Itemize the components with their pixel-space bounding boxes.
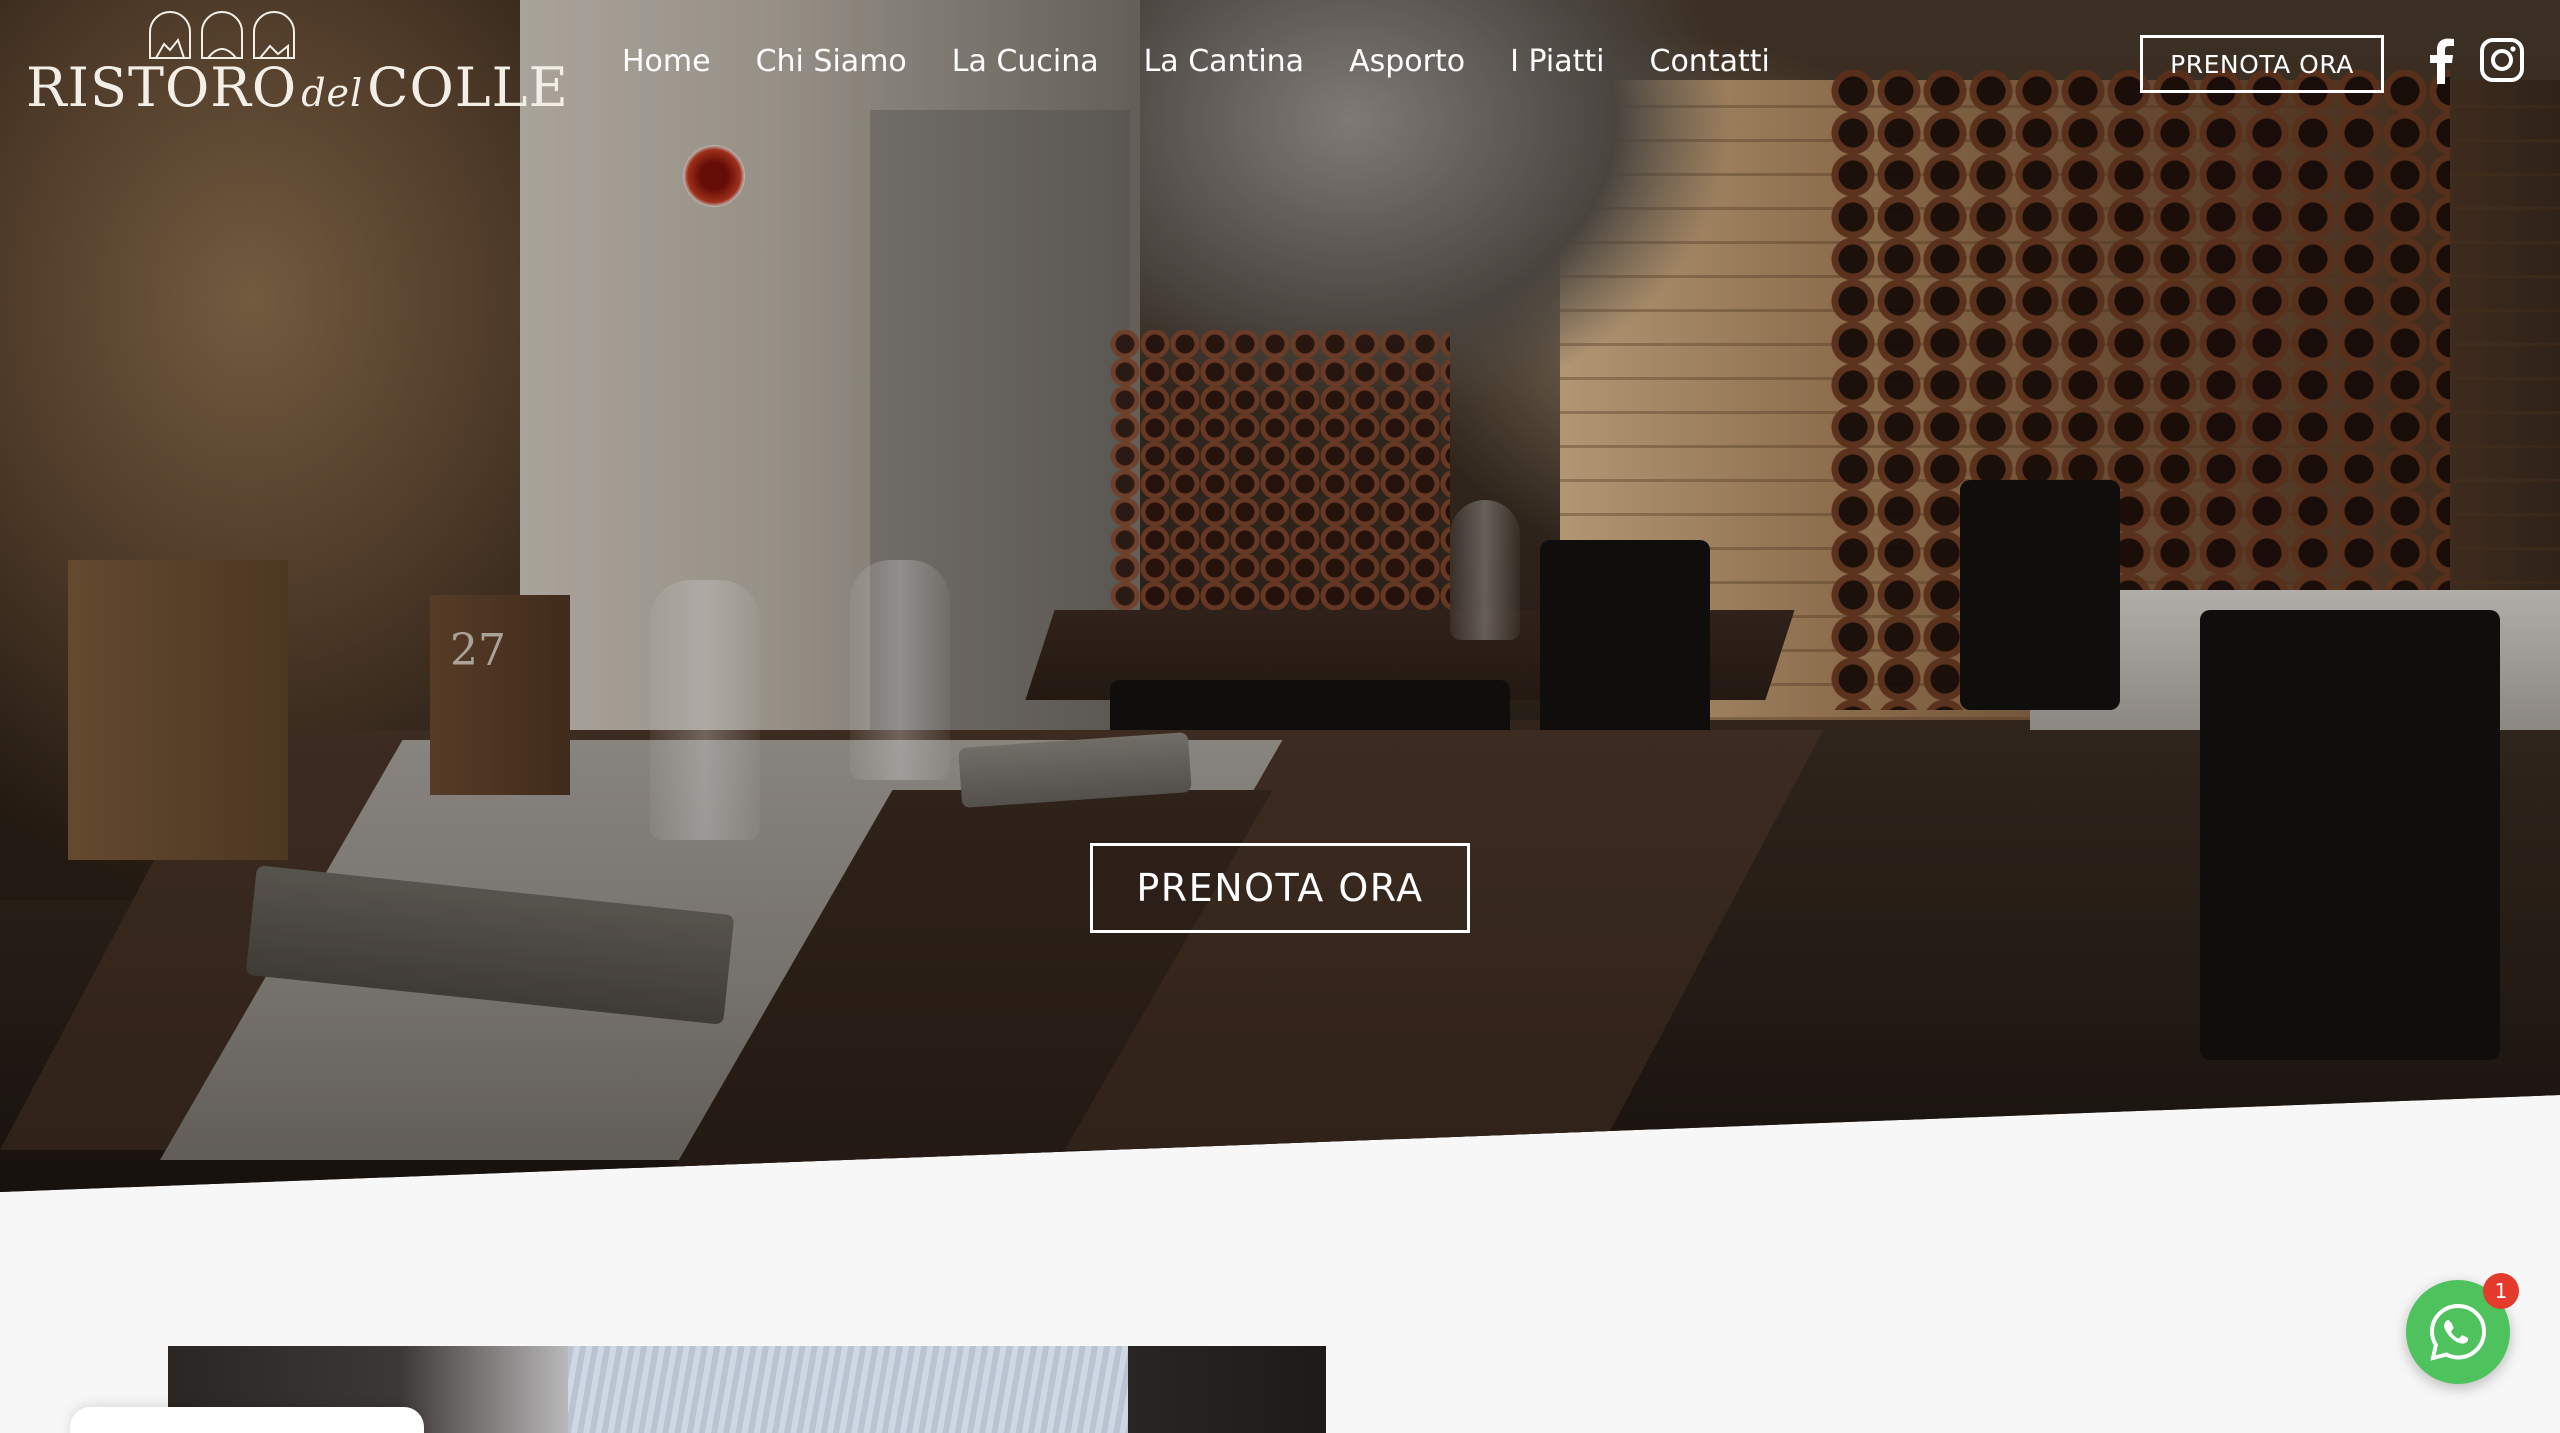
hero-background-image: 27 xyxy=(0,0,2560,1192)
nav-item-home[interactable]: Home xyxy=(622,44,711,79)
brand-name-part2: del xyxy=(301,71,364,115)
nav-item-contatti[interactable]: Contatti xyxy=(1650,44,1770,79)
nav-item-i-piatti[interactable]: I Piatti xyxy=(1510,44,1604,79)
brand-name-part1: RISTORO xyxy=(26,56,298,119)
whatsapp-notification-badge: 1 xyxy=(2483,1273,2519,1309)
hero-book-button[interactable]: PRENOTA ORA xyxy=(1090,843,1470,933)
brand-name-part3: COLLE xyxy=(367,56,569,119)
main-nav: Home Chi Siamo La Cucina La Cantina Aspo… xyxy=(622,44,1770,79)
hero-overlay xyxy=(0,0,2560,1192)
nav-item-asporto[interactable]: Asporto xyxy=(1349,44,1465,79)
brand-name: RISTORO delCOLLE xyxy=(26,56,569,119)
instagram-icon[interactable] xyxy=(2480,38,2524,82)
whatsapp-icon xyxy=(2429,1303,2487,1361)
cookie-consent-tab[interactable] xyxy=(70,1407,424,1433)
logo-arches-icon xyxy=(149,11,295,59)
header-book-button[interactable]: PRENOTA ORA xyxy=(2140,35,2384,93)
nav-item-la-cantina[interactable]: La Cantina xyxy=(1144,44,1304,79)
chef-shirt xyxy=(568,1346,1128,1433)
facebook-icon[interactable] xyxy=(2425,38,2455,84)
nav-item-chi-siamo[interactable]: Chi Siamo xyxy=(756,44,907,79)
brand-logo[interactable]: RISTORO delCOLLE xyxy=(26,10,568,120)
nav-item-la-cucina[interactable]: La Cucina xyxy=(952,44,1099,79)
